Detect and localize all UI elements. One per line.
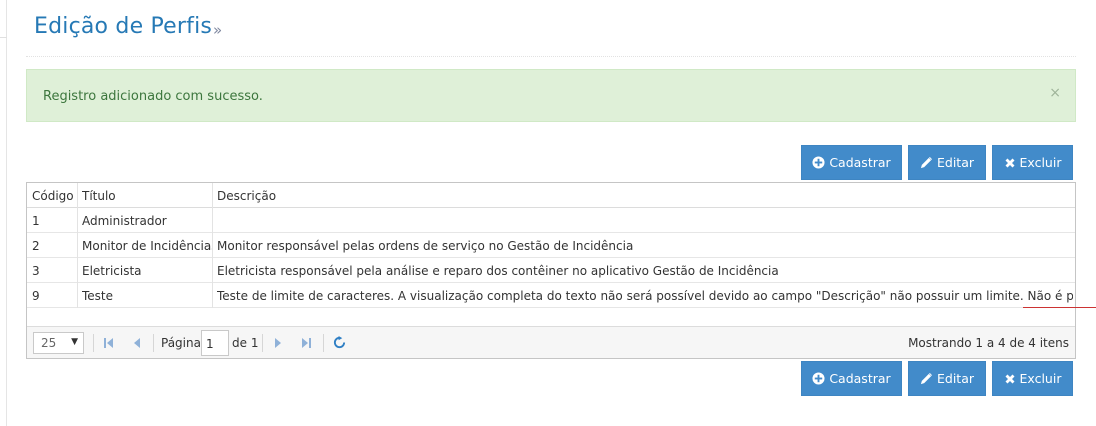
- pager-separator: [153, 334, 154, 352]
- page-title: Edição de Perfis: [34, 14, 213, 39]
- cadastrar-button[interactable]: Cadastrar: [801, 361, 902, 396]
- pager-info: Mostrando 1 a 4 de 4 itens: [908, 336, 1069, 350]
- page-label: Página: [161, 336, 201, 350]
- plus-circle-icon: [812, 156, 825, 169]
- grid-header: Código Título Descrição: [27, 183, 1075, 208]
- close-icon[interactable]: ×: [1049, 85, 1061, 101]
- cell-codigo: 3: [32, 264, 40, 278]
- plus-circle-icon: [812, 372, 825, 385]
- grid-empty-area: [27, 308, 1075, 326]
- cell-codigo: 2: [32, 239, 40, 253]
- left-divider: [0, 37, 7, 38]
- pager: 25 ▼ Página 1 de 1 Mostrando 1 a 4 de 4 …: [27, 326, 1075, 358]
- toolbar-bottom: Cadastrar Editar Excluir: [801, 361, 1073, 396]
- left-border: [6, 0, 7, 426]
- prev-page-icon[interactable]: [133, 337, 141, 349]
- page-header: Edição de Perfis »: [26, 0, 1076, 57]
- column-divider: [212, 183, 213, 308]
- success-alert: Registro adicionado com sucesso. ×: [26, 69, 1076, 122]
- cell-descricao: Eletricista responsável pela análise e r…: [217, 264, 779, 278]
- overflow-marker-line: [1023, 307, 1096, 308]
- table-row[interactable]: 2 Monitor de Incidências Monitor respons…: [27, 233, 1075, 258]
- cell-codigo: 9: [32, 289, 40, 303]
- cell-titulo: Teste: [82, 289, 114, 303]
- toolbar-top: Cadastrar Editar Excluir: [801, 145, 1073, 180]
- page-size-value: 25: [41, 336, 57, 350]
- alert-message: Registro adicionado com sucesso.: [43, 89, 263, 104]
- table-row[interactable]: 9 Teste Teste de limite de caracteres. A…: [27, 283, 1075, 308]
- editar-label: Editar: [936, 371, 974, 386]
- cell-titulo: Monitor de Incidências: [82, 239, 213, 253]
- profiles-grid: Código Título Descrição 1 Administrador …: [26, 182, 1076, 359]
- pager-separator: [93, 334, 94, 352]
- page-count-label: de 1: [232, 336, 259, 350]
- pager-separator: [323, 334, 324, 352]
- table-row[interactable]: 1 Administrador: [27, 208, 1075, 233]
- excluir-label: Excluir: [1019, 371, 1062, 386]
- table-row[interactable]: 3 Eletricista Eletricista responsável pe…: [27, 258, 1075, 283]
- pager-separator: [262, 334, 263, 352]
- cadastrar-label: Cadastrar: [829, 155, 891, 170]
- column-divider: [77, 183, 78, 308]
- excluir-button[interactable]: Excluir: [992, 361, 1073, 396]
- breadcrumb-arrow-icon: »: [213, 21, 223, 39]
- cell-descricao: Monitor responsável pelas ordens de serv…: [217, 239, 634, 253]
- excluir-label: Excluir: [1019, 155, 1062, 170]
- editar-label: Editar: [936, 155, 974, 170]
- cell-titulo: Eletricista: [82, 264, 142, 278]
- close-x-icon: [1005, 158, 1015, 167]
- column-header-codigo[interactable]: Código: [32, 189, 74, 203]
- last-page-icon[interactable]: [301, 337, 311, 349]
- column-header-titulo[interactable]: Título: [82, 189, 116, 203]
- page-size-select[interactable]: 25 ▼: [33, 332, 84, 354]
- pencil-icon: [920, 372, 933, 385]
- cell-descricao: Teste de limite de caracteres. A visuali…: [217, 289, 1073, 303]
- page-input[interactable]: 1: [201, 330, 229, 356]
- close-x-icon: [1005, 374, 1015, 383]
- refresh-icon[interactable]: [333, 336, 346, 349]
- editar-button[interactable]: Editar: [908, 145, 986, 180]
- editar-button[interactable]: Editar: [908, 361, 986, 396]
- pencil-icon: [920, 156, 933, 169]
- first-page-icon[interactable]: [104, 337, 114, 349]
- caret-down-icon: ▼: [71, 337, 78, 347]
- cadastrar-button[interactable]: Cadastrar: [801, 145, 902, 180]
- excluir-button[interactable]: Excluir: [992, 145, 1073, 180]
- cadastrar-label: Cadastrar: [829, 371, 891, 386]
- column-header-descricao[interactable]: Descrição: [217, 189, 276, 203]
- next-page-icon[interactable]: [274, 337, 282, 349]
- cell-codigo: 1: [32, 214, 40, 228]
- cell-titulo: Administrador: [82, 214, 167, 228]
